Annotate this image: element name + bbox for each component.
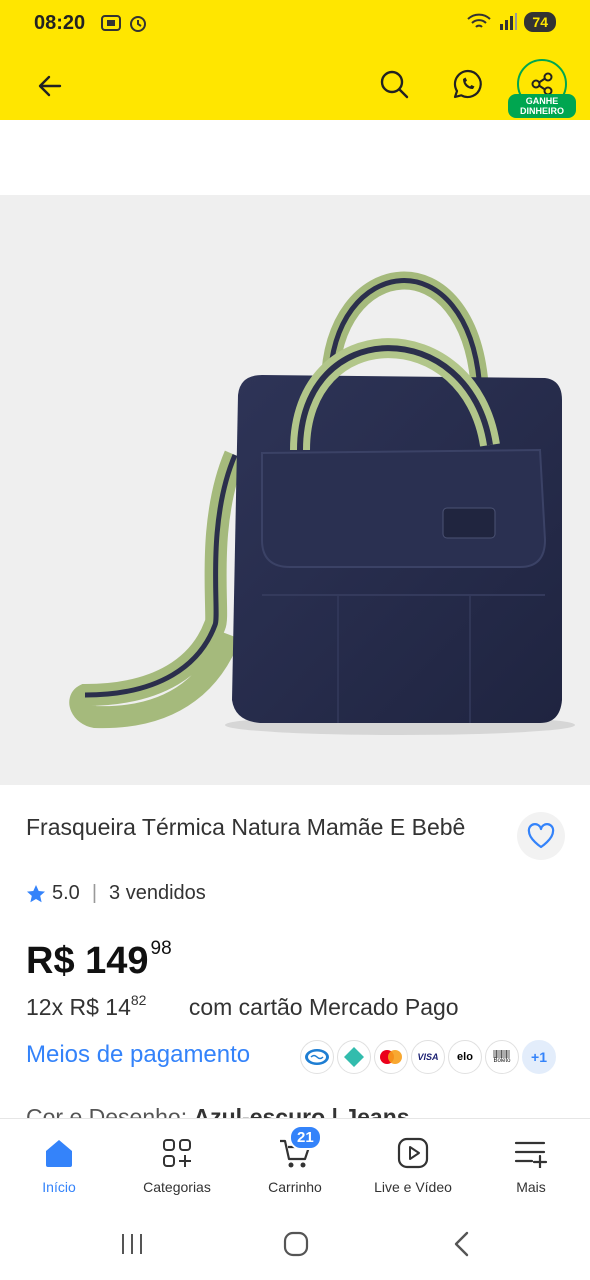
lunch-bag-illustration	[69, 271, 575, 735]
installment-card-text: com cartão Mercado Pago	[188, 994, 459, 1020]
back-system-button[interactable]	[442, 1228, 482, 1260]
rating-row[interactable]: 5.0 | 3 vendidos	[26, 882, 206, 905]
payment-methods-link[interactable]: Meios de pagamento	[26, 1041, 250, 1069]
installments: 12x R$ 1482 com cartão Mercado Pago	[26, 992, 459, 1021]
whatsapp-share-button[interactable]	[448, 64, 488, 104]
status-icons-left	[100, 13, 148, 33]
favorite-button[interactable]	[517, 812, 565, 860]
product-image[interactable]	[0, 195, 590, 785]
home-system-button[interactable]	[276, 1228, 316, 1260]
recents-button[interactable]	[112, 1228, 152, 1260]
boleto-icon: Boleto	[485, 1040, 519, 1074]
nav-live-video-label: Live e Vídeo	[374, 1179, 452, 1195]
play-icon	[393, 1133, 433, 1173]
nav-more[interactable]: Mais	[472, 1119, 590, 1211]
payment-icons[interactable]: VISA elo Boleto +1	[300, 1040, 556, 1074]
home-icon	[39, 1133, 79, 1173]
status-icons-right: 74	[466, 12, 556, 32]
app-header: GANHE DINHEIRO	[0, 50, 590, 120]
price-cents: 98	[150, 938, 172, 959]
back-button[interactable]	[30, 66, 70, 106]
star-icon	[27, 884, 45, 902]
home-circle-icon	[283, 1231, 309, 1257]
pix-icon	[337, 1040, 371, 1074]
search-icon	[380, 70, 409, 99]
sold-count: 3 vendidos	[109, 882, 206, 904]
cart-icon: 21	[275, 1125, 322, 1173]
price: R$ 149 98	[26, 938, 172, 983]
elo-icon: elo	[448, 1040, 482, 1074]
price-integer: R$ 149	[26, 940, 149, 982]
mercado-pago-icon	[300, 1040, 334, 1074]
battery-icon: 74	[524, 12, 556, 32]
installment-amount: R$ 14	[69, 994, 131, 1020]
cart-count-badge: 21	[289, 1125, 322, 1150]
more-payment-methods[interactable]: +1	[522, 1040, 556, 1074]
search-button[interactable]	[374, 64, 414, 104]
alarm-icon	[130, 16, 146, 32]
product-title: Frasqueira Térmica Natura Mamãe E Bebê	[26, 814, 466, 840]
categories-icon	[157, 1133, 197, 1173]
bottom-navigation: Início Categorias 21 Carrinho Live e Víd…	[0, 1118, 590, 1210]
rating-value: 5.0	[52, 882, 80, 904]
status-bar: 08:20 74	[0, 0, 590, 50]
signal-icon	[500, 13, 518, 30]
installments-count: 12x	[26, 994, 64, 1020]
earn-money-badge: GANHE DINHEIRO	[508, 94, 576, 118]
heart-icon	[527, 823, 555, 849]
earn-badge-line2: DINHEIRO	[519, 106, 564, 116]
boleto-label: Boleto	[493, 1058, 511, 1064]
rating-separator: |	[91, 882, 98, 904]
arrow-left-icon	[38, 75, 62, 97]
earn-badge-line1: GANHE	[525, 96, 559, 106]
status-time: 08:20	[34, 12, 86, 34]
whatsapp-icon	[453, 69, 482, 99]
share-earn-button[interactable]: GANHE DINHEIRO	[508, 56, 576, 118]
visa-icon: VISA	[411, 1040, 445, 1074]
screenshot-icon	[101, 15, 121, 31]
nav-cart-label: Carrinho	[268, 1179, 322, 1195]
chevron-left-icon	[454, 1231, 469, 1257]
nav-categories-label: Categorias	[143, 1179, 211, 1195]
nav-home-label: Início	[42, 1179, 76, 1195]
installment-cents: 82	[130, 992, 147, 1008]
nav-live-video[interactable]: Live e Vídeo	[354, 1119, 472, 1211]
nav-categories[interactable]: Categorias	[118, 1119, 236, 1211]
system-navigation-bar	[0, 1210, 590, 1280]
nav-cart[interactable]: 21 Carrinho	[236, 1119, 354, 1211]
nav-home[interactable]: Início	[0, 1119, 118, 1211]
recents-icon	[122, 1234, 142, 1254]
wifi-icon	[467, 13, 492, 28]
menu-more-icon	[511, 1133, 551, 1173]
mastercard-icon	[374, 1040, 408, 1074]
nav-more-label: Mais	[516, 1179, 546, 1195]
